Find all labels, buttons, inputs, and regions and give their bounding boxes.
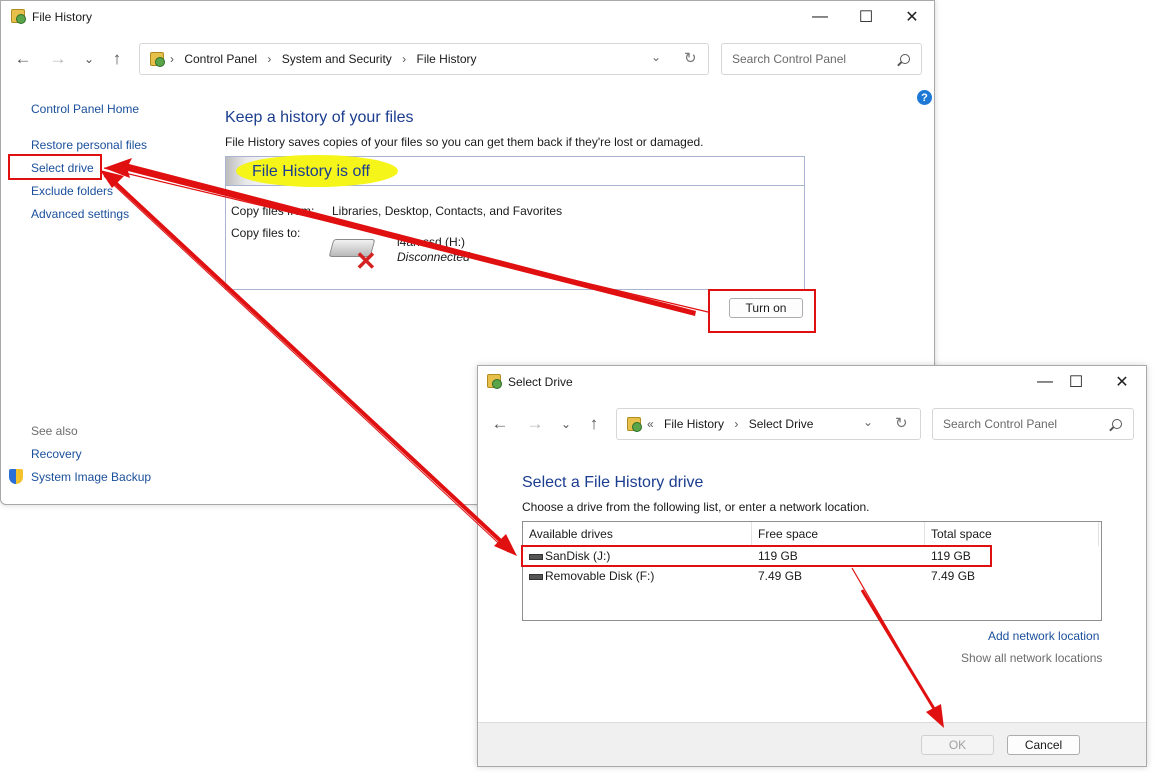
file-history-icon [11, 9, 26, 24]
refresh-icon[interactable]: ↻ [895, 414, 908, 432]
window-title: File History [32, 10, 93, 24]
column-header[interactable]: Free space [758, 527, 818, 541]
page-description: File History saves copies of your files … [225, 135, 704, 149]
maximize-button[interactable]: ☐ [843, 1, 889, 33]
shield-icon [9, 469, 23, 484]
status-text: File History is off [252, 163, 370, 180]
show-all-network-locations-link[interactable]: Show all network locations [961, 651, 1102, 665]
up-arrow-icon[interactable]: ↑ [105, 47, 129, 71]
dialog-footer: OK Cancel [478, 722, 1146, 766]
dialog-description: Choose a drive from the following list, … [522, 500, 870, 514]
chevron-down-icon[interactable]: ⌄ [863, 415, 873, 429]
help-icon[interactable]: ? [917, 90, 932, 105]
dialog-breadcrumb: « File History › Select Drive [647, 417, 814, 431]
file-history-icon [627, 417, 642, 432]
close-button[interactable]: ✕ [889, 1, 935, 33]
drive-status: Disconnected [397, 250, 470, 264]
dialog-heading: Select a File History drive [522, 474, 704, 491]
sidebar-item-restore-personal-files[interactable]: Restore personal files [31, 138, 147, 152]
breadcrumb-item[interactable]: File History [664, 417, 724, 431]
file-history-icon [150, 52, 165, 67]
page-title: Keep a history of your files [225, 109, 414, 126]
cancel-button[interactable]: Cancel [1007, 735, 1080, 755]
breadcrumb-item[interactable]: Select Drive [749, 417, 814, 431]
status-panel: File History is off Copy files from: Lib… [225, 155, 805, 290]
dialog-title-bar: Select Drive — ☐ ✕ [478, 366, 1146, 398]
file-history-icon [487, 374, 502, 389]
sidebar-item-exclude-folders[interactable]: Exclude folders [31, 184, 113, 198]
breadcrumb: › Control Panel › System and Security › … [170, 52, 477, 66]
dialog-search-box[interactable] [932, 408, 1134, 440]
back-arrow-icon[interactable]: ← [11, 47, 35, 71]
back-arrow-icon[interactable]: ← [488, 412, 512, 436]
breadcrumb-item[interactable]: Control Panel [184, 52, 257, 66]
recent-dropdown-icon[interactable]: ⌄ [554, 412, 578, 436]
sidebar-item-advanced-settings[interactable]: Advanced settings [31, 207, 129, 221]
forward-arrow-icon[interactable]: → [523, 412, 547, 436]
search-input[interactable] [941, 416, 1095, 432]
forward-arrow-icon[interactable]: → [46, 47, 70, 71]
dialog-maximize-button[interactable]: ☐ [1053, 366, 1099, 398]
total-space-cell: 7.49 GB [931, 569, 976, 583]
drive-disconnected-icon: ✕ [328, 235, 383, 274]
dialog-close-button[interactable]: ✕ [1099, 366, 1145, 398]
chevron-down-icon[interactable]: ⌄ [651, 50, 661, 64]
turn-on-annotation-box [708, 289, 816, 333]
sandisk-annotation-box [521, 545, 992, 567]
drive-name: i4an ssd (H:) [397, 235, 466, 249]
column-header[interactable]: Available drives [529, 527, 613, 541]
breadcrumb-item[interactable]: System and Security [282, 52, 392, 66]
copy-from-value: Libraries, Desktop, Contacts, and Favori… [332, 204, 563, 218]
search-box[interactable] [721, 43, 922, 75]
sidebar-control-panel-home[interactable]: Control Panel Home [31, 102, 139, 116]
see-also-system-image-backup[interactable]: System Image Backup [31, 470, 151, 484]
column-header[interactable]: Total space [931, 527, 992, 541]
search-icon[interactable] [900, 54, 910, 64]
free-space-cell: 7.49 GB [758, 569, 803, 583]
search-input[interactable] [730, 51, 884, 67]
up-arrow-icon[interactable]: ↑ [582, 412, 606, 436]
ok-button[interactable]: OK [921, 735, 994, 755]
title-bar: File History — ☐ ✕ [1, 1, 934, 33]
see-also-recovery[interactable]: Recovery [31, 447, 82, 461]
drives-table: Available drives Free space Total space … [522, 521, 1102, 621]
breadcrumb-item[interactable]: File History [416, 52, 476, 66]
address-bar[interactable]: › Control Panel › System and Security › … [139, 43, 709, 75]
dialog-title: Select Drive [508, 375, 573, 389]
copy-from-label: Copy files from: [231, 204, 315, 218]
refresh-icon[interactable]: ↻ [684, 49, 697, 67]
select-drive-annotation-box [8, 154, 102, 180]
minimize-button[interactable]: — [797, 1, 843, 33]
usb-drive-icon [529, 574, 543, 580]
dialog-address-bar[interactable]: « File History › Select Drive ⌄ ↻ [616, 408, 921, 440]
drive-name-cell: Removable Disk (F:) [545, 569, 655, 583]
copy-to-label: Copy files to: [231, 226, 301, 240]
table-row[interactable]: Removable Disk (F:) 7.49 GB 7.49 GB [523, 568, 1101, 586]
table-header: Available drives Free space Total space [523, 522, 1101, 546]
search-icon[interactable] [1112, 419, 1122, 429]
see-also-label: See also [31, 424, 78, 438]
add-network-location-link[interactable]: Add network location [988, 629, 1099, 643]
recent-dropdown-icon[interactable]: ⌄ [77, 47, 101, 71]
